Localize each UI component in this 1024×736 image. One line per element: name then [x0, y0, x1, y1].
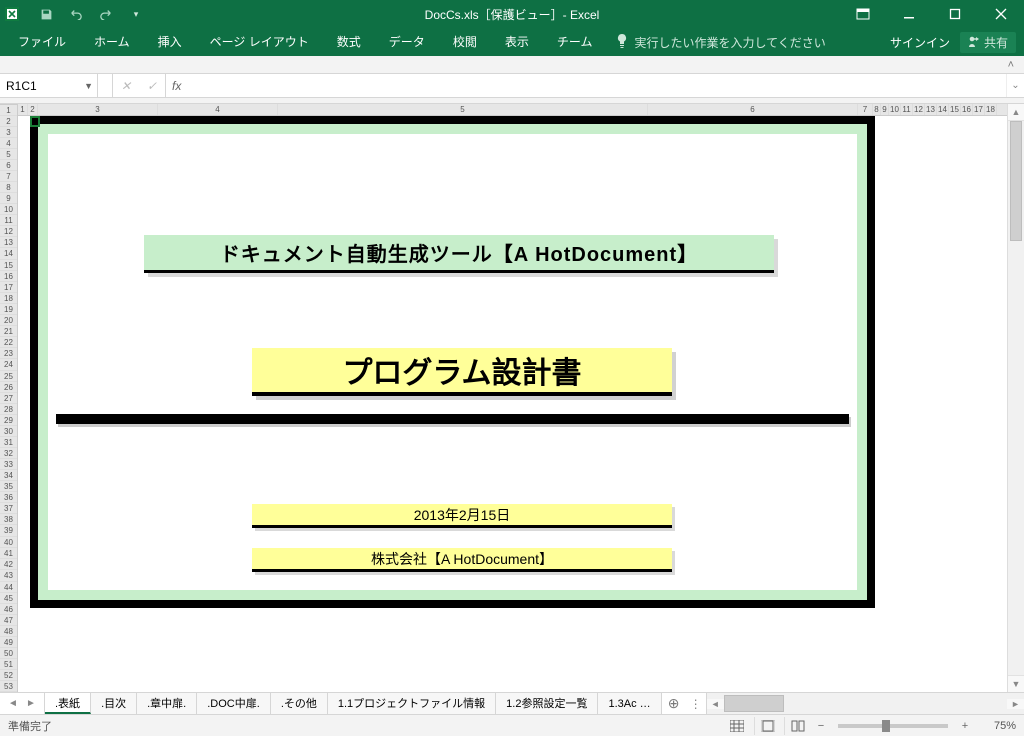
doc-main-title: プログラム設計書 — [252, 348, 672, 396]
tab-team[interactable]: チーム — [543, 28, 607, 56]
titlebar: ▾ DocCs.xls［保護ビュー］- Excel — [0, 0, 1024, 28]
redo-icon[interactable] — [92, 2, 120, 26]
view-normal-icon[interactable] — [724, 717, 750, 735]
scroll-left-icon[interactable]: ◄ — [707, 699, 724, 709]
sheet-more-icon[interactable]: ⋮ — [686, 693, 706, 714]
zoom-level[interactable]: 75% — [976, 720, 1016, 732]
column-headers[interactable]: 1 2 3 4 5 6 7 8 9 10 11 12 13 14 15 16 1… — [18, 104, 1007, 116]
ribbon-tabs: ファイル ホーム 挿入 ページ レイアウト 数式 データ 校閲 表示 チーム 実… — [0, 28, 1024, 56]
sheet-tab[interactable]: .DOC中扉. — [197, 693, 271, 714]
active-cell-cursor — [30, 116, 40, 127]
app-icon — [4, 6, 20, 22]
horizontal-scrollbar[interactable]: ◄ ► — [706, 693, 1024, 714]
doc-divider-line — [56, 414, 849, 424]
doc-company: 株式会社【A HotDocument】 — [252, 548, 672, 572]
tab-formulas[interactable]: 数式 — [323, 28, 375, 56]
signin-link[interactable]: サインイン — [890, 34, 950, 51]
tell-me-search[interactable]: 実行したい作業を入力してください — [616, 34, 825, 51]
sheet-tab[interactable]: 1.1プロジェクトファイル情報 — [328, 693, 496, 714]
ribbon-display-icon[interactable] — [840, 0, 886, 28]
formula-input[interactable] — [187, 74, 1006, 97]
sheet-tab[interactable]: .章中扉. — [137, 693, 197, 714]
expand-formula-bar-icon[interactable]: ⌄ — [1006, 74, 1024, 97]
tab-home[interactable]: ホーム — [80, 28, 144, 56]
sheet-nav-prev-icon[interactable]: ◄ — [4, 698, 22, 709]
tab-view[interactable]: 表示 — [491, 28, 543, 56]
grid-area: 12345678910111213 14 151617181920212223 … — [0, 104, 1024, 692]
zoom-slider[interactable] — [838, 724, 948, 728]
tab-file[interactable]: ファイル — [4, 28, 80, 56]
new-sheet-icon[interactable]: ⊕ — [662, 693, 686, 714]
tab-data[interactable]: データ — [375, 28, 439, 56]
share-button[interactable]: 共有 — [960, 32, 1016, 53]
view-page-break-icon[interactable] — [784, 717, 810, 735]
tab-insert[interactable]: 挿入 — [144, 28, 196, 56]
sheet-tab[interactable]: 1.3Ac … — [598, 693, 661, 714]
status-bar: 準備完了 − + 75% — [0, 714, 1024, 736]
sheet-tab[interactable]: .その他 — [271, 693, 328, 714]
sheet-tab-bar: ◄ ► .表紙 .目次 .章中扉. .DOC中扉. .その他 1.1プロジェクト… — [0, 692, 1024, 714]
scroll-right-icon[interactable]: ► — [1007, 699, 1024, 709]
chevron-down-icon[interactable]: ▼ — [84, 81, 93, 91]
hscroll-thumb[interactable] — [724, 695, 784, 712]
scroll-down-icon[interactable]: ▼ — [1008, 675, 1024, 692]
row-headers[interactable]: 12345678910111213 14 151617181920212223 … — [0, 104, 18, 692]
document-cover-frame: ドキュメント自動生成ツール【A HotDocument】 プログラム設計書 20… — [30, 116, 875, 608]
zoom-out-button[interactable]: − — [814, 720, 828, 732]
zoom-slider-knob[interactable] — [882, 720, 890, 732]
sheet-nav-next-icon[interactable]: ► — [22, 698, 40, 709]
share-icon — [968, 35, 980, 50]
undo-icon[interactable] — [62, 2, 90, 26]
sheet-tab[interactable]: .目次 — [91, 693, 137, 714]
sheet-tab[interactable]: .表紙 — [45, 693, 91, 714]
ribbon-collapse-strip[interactable]: ˄ — [0, 56, 1024, 74]
share-label: 共有 — [984, 34, 1008, 51]
minimize-icon[interactable] — [886, 0, 932, 28]
name-box[interactable]: ▼ — [0, 74, 98, 97]
lightbulb-icon — [616, 34, 628, 51]
formula-bar: ▼ ✕ ✓ fx ⌄ — [0, 74, 1024, 98]
doc-date: 2013年2月15日 — [252, 504, 672, 528]
save-icon[interactable] — [32, 2, 60, 26]
status-ready: 準備完了 — [8, 718, 52, 734]
tell-me-label: 実行したい作業を入力してください — [634, 34, 825, 51]
maximize-icon[interactable] — [932, 0, 978, 28]
doc-tool-title: ドキュメント自動生成ツール【A HotDocument】 — [144, 235, 774, 273]
select-all-cell[interactable] — [0, 104, 17, 105]
vertical-scrollbar[interactable]: ▲ ▼ — [1007, 104, 1024, 692]
zoom-in-button[interactable]: + — [958, 720, 972, 732]
scroll-thumb[interactable] — [1010, 121, 1022, 241]
view-page-layout-icon[interactable] — [754, 717, 780, 735]
sheet-tab[interactable]: 1.2参照設定一覧 — [496, 693, 598, 714]
scroll-up-icon[interactable]: ▲ — [1008, 104, 1024, 121]
cells-canvas[interactable]: ドキュメント自動生成ツール【A HotDocument】 プログラム設計書 20… — [18, 116, 1007, 692]
insert-function-icon[interactable]: fx — [166, 74, 187, 97]
qat-customize-icon[interactable]: ▾ — [122, 2, 150, 26]
tab-review[interactable]: 校閲 — [439, 28, 491, 56]
tab-page-layout[interactable]: ページ レイアウト — [196, 28, 323, 56]
close-icon[interactable] — [978, 0, 1024, 28]
